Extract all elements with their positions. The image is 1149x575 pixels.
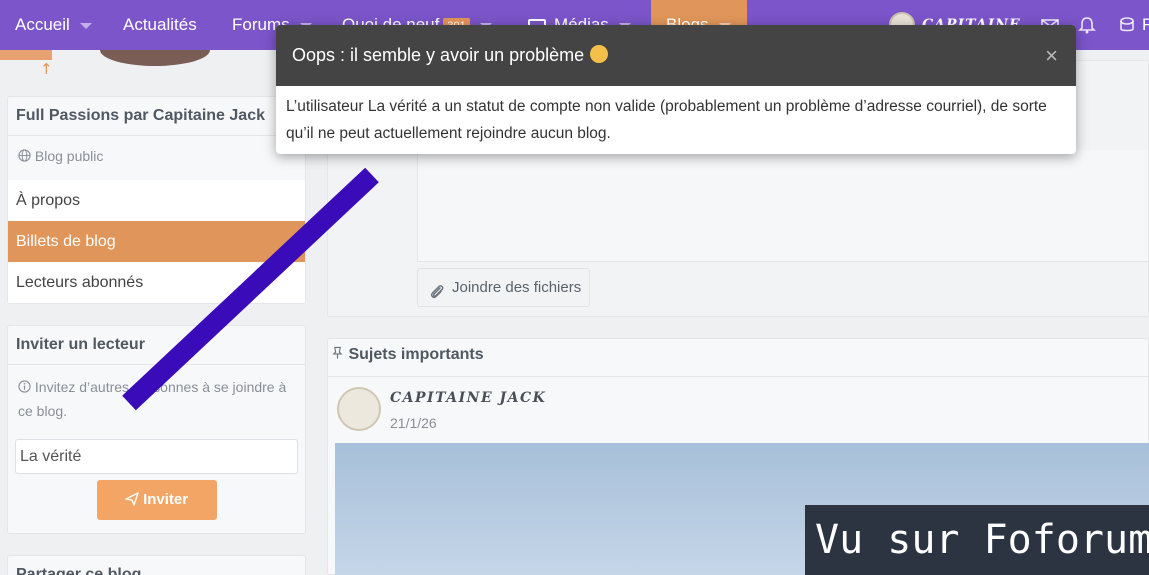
info-icon <box>18 379 35 395</box>
invite-username-input[interactable]: La vérité <box>15 439 298 474</box>
post-date[interactable]: 21/1/26 <box>390 415 437 431</box>
sidebar-item-lecteurs[interactable]: Lecteurs abonnés <box>8 262 305 303</box>
blog-visibility: Blog public <box>8 136 305 180</box>
visibility-label: Blog public <box>34 148 104 164</box>
share-blog-block: Partager ce blog <box>7 555 306 575</box>
nav-item-truncated[interactable]: F <box>1142 0 1149 50</box>
post-author[interactable]: CAPITAINE JACK <box>390 390 546 406</box>
error-dialog: Oops : il semble y avoir un problème × L… <box>276 25 1076 154</box>
sidebar-tab-fragment <box>0 50 52 60</box>
nav-item-label: Actualités <box>123 15 197 34</box>
blog-avatar-fragment <box>100 50 210 66</box>
nav-item-actualites[interactable]: Actualités <box>123 0 197 50</box>
invite-help: Invitez d’autres personnes à se joindre … <box>8 365 305 423</box>
dialog-message: L’utilisateur La vérité a un statut de c… <box>286 98 1047 142</box>
attach-files-button[interactable]: Joindre des fichiers <box>417 268 590 307</box>
dialog-title: Oops : il semble y avoir un problème <box>292 45 585 65</box>
sidebar-item-billets[interactable]: Billets de blog <box>8 221 305 262</box>
coins-icon[interactable] <box>1116 15 1136 35</box>
invite-title: Inviter un lecteur <box>8 326 305 365</box>
sticky-title: Sujets importants <box>331 346 484 364</box>
sticky-title-label: Sujets importants <box>348 346 484 363</box>
post-author-avatar[interactable] <box>337 387 381 431</box>
attach-label: Joindre des fichiers <box>452 279 582 296</box>
invite-reader-block: Inviter un lecteur Invitez d’autres pers… <box>7 325 306 534</box>
paper-plane-icon <box>125 491 143 508</box>
pin-icon <box>331 346 348 363</box>
share-title: Partager ce blog <box>16 566 142 575</box>
bell-icon[interactable] <box>1077 15 1097 35</box>
blog-info-block: Full Passions par Capitaine Jack Blog pu… <box>7 96 306 304</box>
close-icon[interactable]: × <box>1045 25 1058 86</box>
paperclip-icon <box>428 278 446 299</box>
invite-help-text: Invitez d’autres personnes à se joindre … <box>18 379 287 419</box>
watermark: Vu sur Foforum <box>805 505 1149 575</box>
chevron-down-icon[interactable] <box>79 22 92 29</box>
invite-button[interactable]: Inviter <box>96 480 217 520</box>
arrow-up-icon: ↑ <box>40 60 53 78</box>
nav-item-label: Accueil <box>15 15 70 34</box>
frowning-face-icon <box>590 45 609 64</box>
invite-button-label: Inviter <box>143 491 189 508</box>
divider <box>327 376 1149 377</box>
globe-icon <box>18 148 35 164</box>
nav-item-accueil[interactable]: Accueil <box>15 0 92 50</box>
sidebar-item-a-propos[interactable]: À propos <box>8 180 305 221</box>
blog-title: Full Passions par Capitaine Jack <box>8 97 305 136</box>
dialog-header: Oops : il semble y avoir un problème × <box>276 25 1076 86</box>
message-editor[interactable] <box>417 150 1149 262</box>
